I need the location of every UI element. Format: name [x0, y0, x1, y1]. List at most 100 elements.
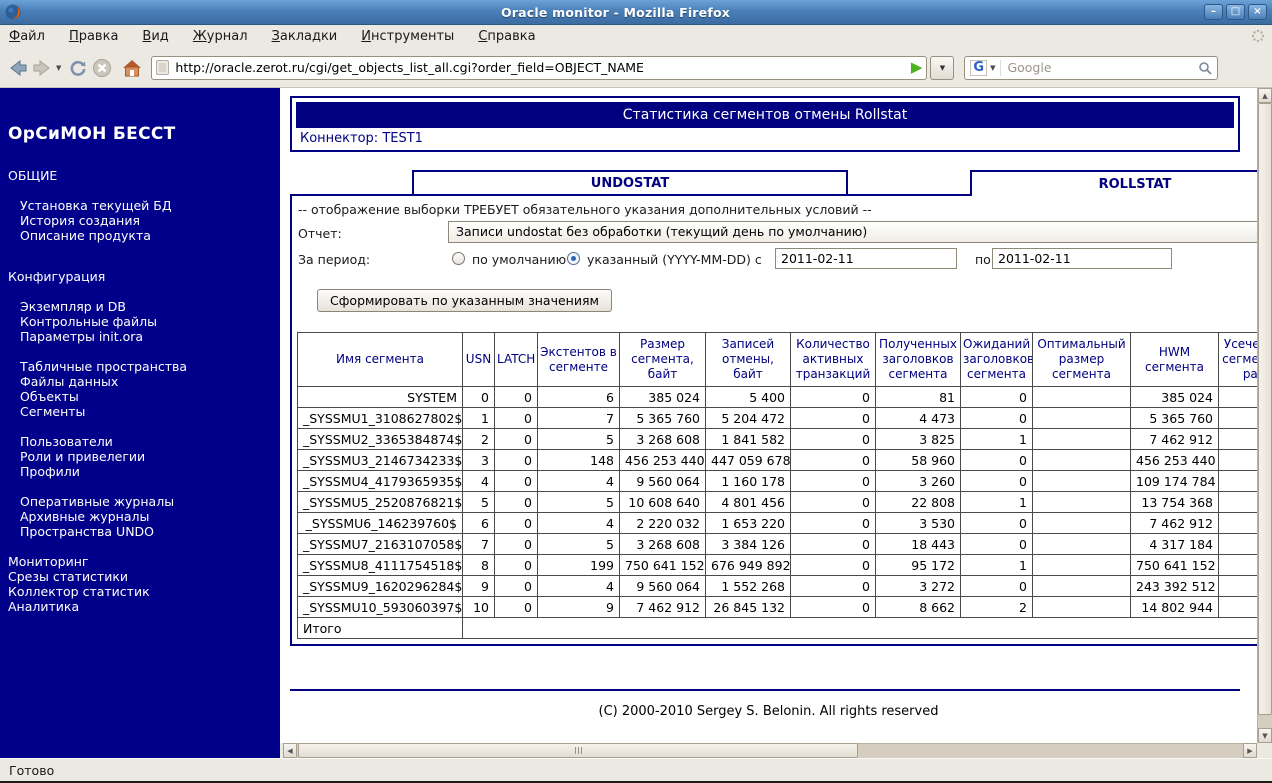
- table-row: SYSTEM 0 0 6 385 024 5 400 0 81 0 385 024: [297, 386, 1257, 408]
- scroll-down-icon[interactable]: ▼: [1258, 728, 1272, 743]
- sidebar-item-16[interactable]: Архивные журналы: [20, 509, 274, 524]
- table-cell: 7: [462, 533, 495, 555]
- maximize-button[interactable]: □: [1226, 4, 1245, 20]
- sidebar-item-6[interactable]: Контрольные файлы: [20, 314, 274, 329]
- horizontal-scrollbar[interactable]: ◀ ▶: [283, 743, 1257, 758]
- forward-dropdown-icon[interactable]: ▼: [56, 64, 61, 72]
- submit-button[interactable]: Сформировать по указанным значениям: [317, 289, 612, 312]
- url-history-dropdown[interactable]: ▼: [930, 55, 955, 80]
- table-cell: [1218, 428, 1257, 450]
- table-cell: 0: [960, 575, 1033, 597]
- sidebar-item-18[interactable]: Мониторинг: [8, 554, 274, 569]
- status-text: Готово: [9, 762, 55, 778]
- table-cell: [1032, 575, 1131, 597]
- sidebar-item-20[interactable]: Коллектор статистик: [8, 584, 274, 599]
- scroll-left-icon[interactable]: ◀: [283, 743, 297, 758]
- table-cell: 9: [462, 575, 495, 597]
- table-cell: 1: [960, 428, 1033, 450]
- table-cell: 0: [790, 386, 876, 408]
- table-cell: 0: [960, 533, 1033, 555]
- sidebar-item-5[interactable]: Экземпляр и DB: [20, 299, 274, 314]
- status-bar: Готово: [0, 758, 1272, 781]
- sidebar-item-9[interactable]: Файлы данных: [20, 374, 274, 389]
- sidebar-item-12[interactable]: Пользователи: [20, 434, 274, 449]
- table-cell: 148: [537, 449, 620, 471]
- table-cell: 243 392 512: [1130, 575, 1219, 597]
- sidebar-item-15[interactable]: Оперативные журналы: [20, 494, 274, 509]
- col-header-11: Усечений сегмента, раз: [1218, 332, 1257, 387]
- table-cell: [1218, 407, 1257, 429]
- tab-rollstat[interactable]: ROLLSTAT: [970, 170, 1257, 196]
- sidebar-item-17[interactable]: Пространства UNDO: [20, 524, 274, 539]
- tab-panel-leftline: [290, 194, 292, 646]
- radio-specified[interactable]: [567, 252, 580, 265]
- date-from-input[interactable]: [775, 248, 957, 269]
- menu-item-4[interactable]: Закладки: [272, 29, 338, 44]
- sidebar-item-21[interactable]: Аналитика: [8, 599, 274, 614]
- menu-item-3[interactable]: Журнал: [193, 29, 248, 44]
- tab-undostat[interactable]: UNDOSTAT: [412, 170, 848, 196]
- vertical-scroll-thumb[interactable]: [1258, 103, 1272, 715]
- menu-item-0[interactable]: Файл: [9, 29, 45, 44]
- table-cell: 4: [537, 470, 620, 492]
- sidebar-item-11[interactable]: Сегменты: [20, 404, 274, 419]
- table-cell: [1218, 533, 1257, 555]
- table-cell: 2: [462, 428, 495, 450]
- scroll-up-icon[interactable]: ▲: [1258, 88, 1272, 103]
- sidebar-item-13[interactable]: Роли и привелегии: [20, 449, 274, 464]
- url-bar[interactable]: ▶: [151, 55, 928, 80]
- search-engine-selector[interactable]: G ▼: [970, 59, 1002, 76]
- table-cell: 1: [960, 554, 1033, 576]
- radio-default[interactable]: [452, 252, 465, 265]
- table-cell: 5: [462, 491, 495, 513]
- sidebar: ОрСиМОН БЕССТ ОБЩИЕ Установка текущей БД И…: [0, 88, 280, 758]
- table-cell: 13 754 368: [1130, 491, 1219, 513]
- sidebar-item-10[interactable]: Объекты: [20, 389, 274, 404]
- date-to-input[interactable]: [992, 248, 1172, 269]
- sidebar-heading-0: ОБЩИЕ: [8, 168, 58, 183]
- forward-button[interactable]: [31, 53, 53, 83]
- home-button[interactable]: [121, 53, 143, 83]
- sidebar-item-1[interactable]: Установка текущей БД: [20, 198, 274, 213]
- go-button[interactable]: ▶: [911, 60, 923, 75]
- reload-button[interactable]: [67, 53, 89, 83]
- table-cell: 447 059 678: [705, 449, 791, 471]
- menu-item-5[interactable]: Инструменты: [361, 29, 454, 44]
- navigation-toolbar: ▼ ▶ ▼ G: [0, 48, 1272, 88]
- search-input[interactable]: [1007, 60, 1199, 75]
- sidebar-item-8[interactable]: Табличные пространства: [20, 359, 274, 374]
- table-cell: 676 949 892: [705, 554, 791, 576]
- table-cell: [1032, 533, 1131, 555]
- scroll-right-icon[interactable]: ▶: [1243, 743, 1257, 758]
- tab-panel-bottomline: [290, 644, 1257, 646]
- url-input[interactable]: [175, 60, 907, 75]
- sidebar-item-19[interactable]: Срезы статистики: [8, 569, 274, 584]
- table-cell: 5 400: [705, 386, 791, 408]
- table-cell: 3 384 126: [705, 533, 791, 555]
- back-button[interactable]: [7, 53, 29, 83]
- search-engine-dropdown-icon: ▼: [990, 63, 996, 72]
- report-select[interactable]: Записи undostat без обработки (текущий д…: [448, 221, 1257, 243]
- sidebar-item-7[interactable]: Параметры init.ora: [20, 329, 274, 344]
- browser-window: Oracle monitor - Mozilla Firefox – □ × Фай…: [0, 0, 1272, 783]
- minimize-button[interactable]: –: [1204, 4, 1223, 20]
- table-row: _SYSSMU5_2520876821$ 5 0 5 10 608 640 4 801 4…: [297, 491, 1257, 513]
- menu-item-2[interactable]: Вид: [142, 29, 168, 44]
- close-button[interactable]: ×: [1248, 4, 1267, 20]
- table-cell: 26 845 132: [705, 596, 791, 618]
- horizontal-scroll-thumb[interactable]: [298, 743, 858, 758]
- main-panel: Статистика сегментов отмены Rollstat Кон…: [280, 88, 1257, 743]
- menu-item-1[interactable]: Правка: [69, 29, 118, 44]
- col-header-2: LATCH: [494, 332, 538, 387]
- table-row: _SYSSMU9_1620296284$ 9 0 4 9 560 064 1 552 26…: [297, 575, 1257, 597]
- menu-item-6[interactable]: Справка: [478, 29, 535, 44]
- vertical-scrollbar[interactable]: ▲ ▼: [1257, 88, 1272, 743]
- magnifier-icon[interactable]: [1198, 61, 1213, 75]
- sidebar-item-2[interactable]: История создания: [20, 213, 274, 228]
- stop-button[interactable]: [91, 53, 113, 83]
- sidebar-item-3[interactable]: Описание продукта: [20, 228, 274, 243]
- sidebar-item-14[interactable]: Профили: [20, 464, 274, 479]
- period-label: За период:: [298, 252, 371, 267]
- table-cell: [1032, 554, 1131, 576]
- search-box[interactable]: G ▼: [964, 55, 1219, 80]
